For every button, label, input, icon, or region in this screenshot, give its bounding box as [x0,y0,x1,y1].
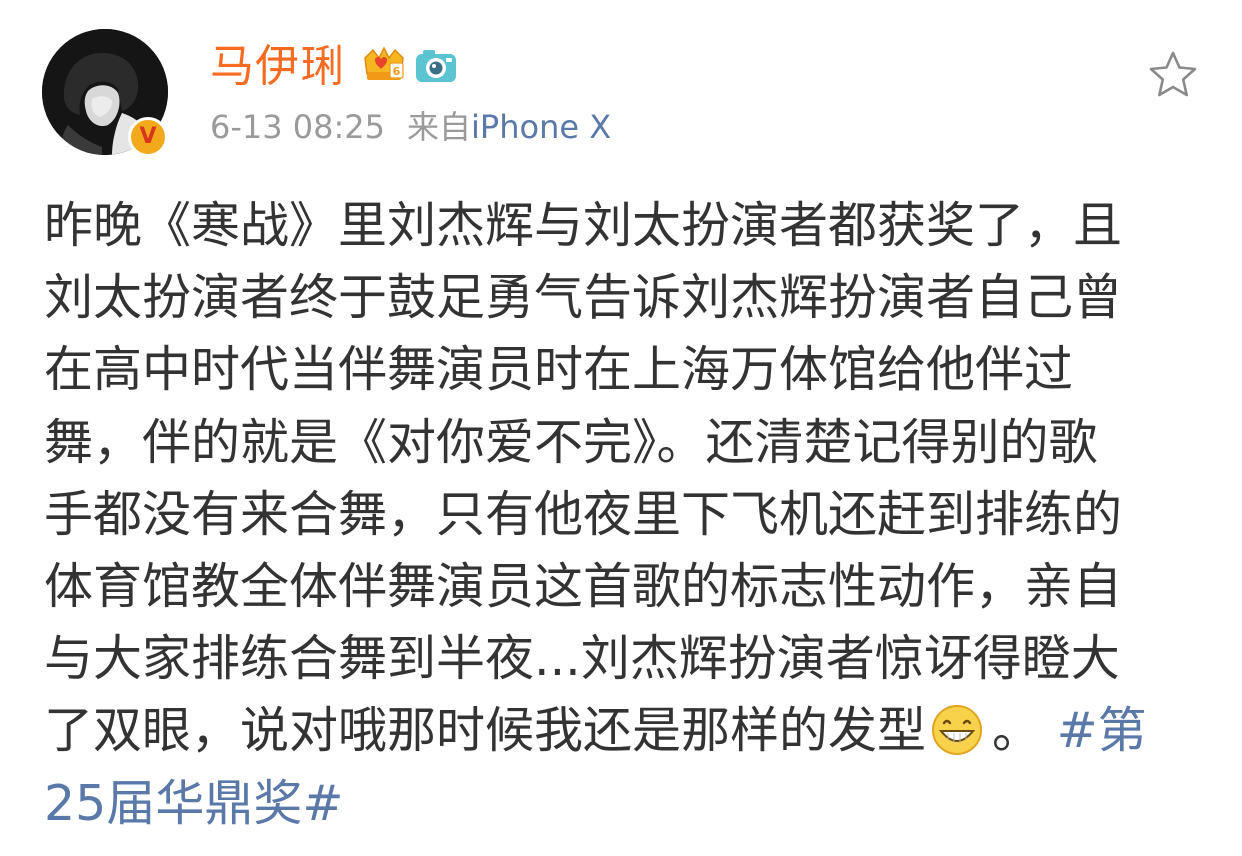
post-body: 昨晚《寒战》里刘杰辉与刘太扮演者都获奖了，且 刘太扮演者终于鼓足勇气告诉刘杰辉扮… [44,190,1204,840]
post-line: 与大家排练合舞到半夜...刘杰辉扮演者惊讶得瞪大 [44,630,1120,688]
grin-emoji-icon [932,704,983,755]
hashtag-link[interactable]: 25届华鼎奖# [44,775,343,832]
post-text: 了双眼，说对哦那时候我还是那样的发型 [44,702,927,760]
post-time: 6-13 08:25 [210,108,386,146]
post-line: 在高中时代当伴舞演员时在上海万体馆给他伴过 [44,341,1074,399]
post-text: 。 [992,702,1042,760]
post-line: 刘太扮演者终于鼓足勇气告诉刘杰辉扮演者自己曾 [44,269,1123,327]
post-line: 舞，伴的就是《对你爱不完》。还清楚记得别的歌 [44,413,1098,471]
source-prefix: 来自 [407,108,472,146]
verified-badge: V [128,117,168,157]
svg-text:6: 6 [393,65,401,78]
source-link[interactable]: iPhone X [471,108,611,146]
star-outline-icon[interactable] [1148,50,1198,98]
post-line: 25届华鼎奖# [44,768,1204,840]
crown-vip-icon[interactable]: 6 [361,44,407,84]
camera-icon[interactable] [413,46,459,86]
author-name[interactable]: 马伊琍 [210,40,345,94]
post-line: 了双眼，说对哦那时候我还是那样的发型 。 #第 [44,695,1204,767]
avatar[interactable]: V [42,29,168,157]
post-meta: 6-13 08:25 来自iPhone X [210,105,611,149]
post-line: 昨晚《寒战》里刘杰辉与刘太扮演者都获奖了，且 [44,197,1123,254]
post-header: V 马伊琍 6 6-13 08:25 来自iPhone X [0,0,1242,170]
post-line: 手都没有来合舞，只有他夜里下飞机还赶到排练的 [44,485,1123,543]
post-line: 体育馆教全体伴舞演员这首歌的标志性动作，亲自 [44,557,1123,615]
hashtag-link[interactable]: #第 [1057,702,1147,759]
